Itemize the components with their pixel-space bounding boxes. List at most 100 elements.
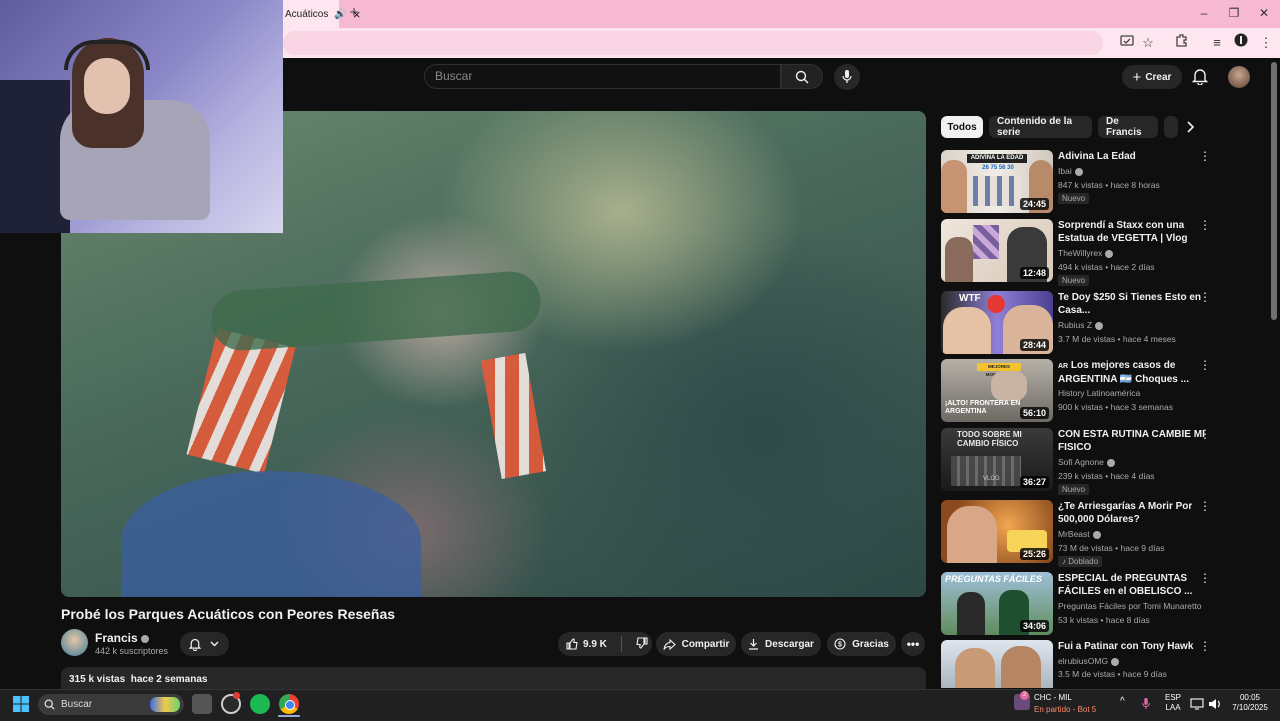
channel-text[interactable]: History Latinoamérica xyxy=(1058,388,1140,398)
sports-match-title[interactable]: CHC - MIL xyxy=(1034,693,1072,702)
media-control-icon[interactable]: ≡ xyxy=(1207,33,1227,53)
channel-text[interactable]: MrBeast xyxy=(1058,529,1090,539)
like-button[interactable]: 9.9 K xyxy=(566,638,607,650)
channel-text[interactable]: Sofi Agnone xyxy=(1058,457,1104,467)
recommendation-channel[interactable]: TheWillyrex xyxy=(1058,248,1114,258)
video-thumbnail[interactable]: PREGUNTAS FÁCILES 34:06 xyxy=(941,572,1053,635)
recommendation-title[interactable]: Sorprendí a Staxx con una Estatua de VEG… xyxy=(1058,219,1208,245)
chip-series[interactable]: Contenido de la serie xyxy=(989,116,1092,138)
close-window-button[interactable]: ✕ xyxy=(1253,4,1275,22)
share-button[interactable]: Compartir xyxy=(656,632,736,656)
thanks-button[interactable]: $ Gracias xyxy=(827,632,896,656)
recommendation-channel[interactable]: elrubiusOMG xyxy=(1058,656,1120,666)
omnibox[interactable] xyxy=(283,31,1103,55)
chrome-menu-icon[interactable]: ⋮ xyxy=(1256,33,1276,53)
voice-search-button[interactable] xyxy=(834,64,860,90)
minimize-button[interactable]: – xyxy=(1193,4,1215,22)
chip-all[interactable]: Todos xyxy=(941,116,983,138)
sports-widget-icon[interactable]: 2 xyxy=(1014,691,1030,710)
recommendation-title[interactable]: ESPECIAL de PREGUNTAS FÁCILES en el OBEL… xyxy=(1058,572,1208,598)
channel-text[interactable]: Ibai xyxy=(1058,166,1072,176)
recommendation-channel[interactable]: Preguntas Fáciles por Tomi Munaretto xyxy=(1058,601,1201,611)
video-thumbnail[interactable]: TODO SOBRE MI CAMBIO FÍSICO VLOG 36:27 xyxy=(941,428,1053,491)
dislike-button[interactable] xyxy=(636,636,648,652)
create-button[interactable]: + Crear xyxy=(1122,65,1182,89)
cast-icon[interactable] xyxy=(1117,33,1137,53)
user-avatar[interactable] xyxy=(1228,66,1250,88)
video-thumbnail[interactable]: MEJORES MOMENTOS ¡ALTO! FRONTERA EN ARGE… xyxy=(941,359,1053,422)
search-input[interactable]: Buscar xyxy=(424,64,781,89)
language-indicator[interactable]: ESP LAA xyxy=(1163,693,1183,713)
clock[interactable]: 00:05 7/10/2025 xyxy=(1228,693,1272,713)
page-scrollbar[interactable] xyxy=(1271,62,1277,320)
channel-name-text[interactable]: Francis xyxy=(95,631,138,645)
recommendation-title[interactable]: Fui a Patinar con Tony Hawk xyxy=(1058,640,1208,653)
bookmark-star-icon[interactable]: ☆ xyxy=(1138,33,1158,53)
more-options-icon[interactable]: ⋮ xyxy=(1199,359,1211,373)
recommendation-item[interactable]: MEJORES MOMENTOS ¡ALTO! FRONTERA EN ARGE… xyxy=(941,359,1221,422)
spotify-icon[interactable] xyxy=(250,694,270,714)
chrome-icon[interactable] xyxy=(279,694,299,714)
channel-avatar[interactable] xyxy=(61,629,88,656)
chip-from-channel[interactable]: De Francis xyxy=(1098,116,1158,138)
video-thumbnail[interactable]: ADIVINA LA EDAD 26 75 56 30 24:45 xyxy=(941,150,1053,213)
notifications-bell-icon[interactable] xyxy=(1191,67,1210,87)
channel-text[interactable]: TheWillyrex xyxy=(1058,248,1102,258)
recommendation-title[interactable]: Adivina La Edad xyxy=(1058,150,1208,163)
recommendation-title[interactable]: Te Doy $250 Si Tienes Esto en Casa... xyxy=(1058,291,1208,317)
subscription-bell-button[interactable] xyxy=(180,632,229,656)
taskbar-search[interactable]: Buscar xyxy=(38,694,184,715)
windows-start-icon[interactable] xyxy=(13,696,29,712)
recommendation-meta: 3.5 M de vistas • hace 9 días xyxy=(1058,669,1167,679)
channel-text[interactable]: Rubius Z xyxy=(1058,320,1092,330)
video-thumbnail[interactable]: 25:26 xyxy=(941,500,1053,563)
recommendation-channel[interactable]: Sofi Agnone xyxy=(1058,457,1115,467)
restore-button[interactable]: ❐ xyxy=(1223,4,1245,22)
download-button[interactable]: Descargar xyxy=(741,632,821,656)
recommendation-channel[interactable]: Ibai xyxy=(1058,166,1083,176)
channel-name[interactable]: Francis xyxy=(95,631,149,645)
recommendation-item[interactable]: 25:26 ¿Te Arriesgarías A Morir Por 500,0… xyxy=(941,500,1221,567)
recommendation-item[interactable]: 12:48 Sorprendí a Staxx con una Estatua … xyxy=(941,219,1221,286)
profile-chrome-icon[interactable] xyxy=(1231,33,1251,53)
more-options-icon[interactable]: ⋮ xyxy=(1199,219,1211,233)
more-actions-button[interactable]: ••• xyxy=(901,632,925,656)
search-button[interactable] xyxy=(781,64,823,89)
browser-tab-active[interactable]: Acuáticos 🔊 × xyxy=(283,0,360,28)
recommendation-title[interactable]: ¿Te Arriesgarías A Morir Por 500,000 Dól… xyxy=(1058,500,1208,526)
chevron-right-icon[interactable] xyxy=(1185,120,1199,134)
tab-audio-icon[interactable]: 🔊 xyxy=(334,9,346,20)
recommendation-item[interactable]: WTF 28:44 Te Doy $250 Si Tienes Esto en … xyxy=(941,291,1221,354)
channel-text[interactable]: elrubiusOMG xyxy=(1058,656,1108,666)
app-icon[interactable] xyxy=(221,692,241,714)
recommendation-title-text[interactable]: Los mejores casos de ARGENTINA 🇦🇷 Choque… xyxy=(1058,360,1189,385)
recommendation-title[interactable]: AR Los mejores casos de ARGENTINA 🇦🇷 Cho… xyxy=(1058,359,1208,386)
chip-partial[interactable] xyxy=(1164,116,1178,138)
verified-icon xyxy=(1105,249,1114,258)
more-options-icon[interactable]: ⋮ xyxy=(1199,150,1211,164)
description-box[interactable]: 315 k vistas hace 2 semanas xyxy=(61,667,926,689)
recommendation-item[interactable]: ADIVINA LA EDAD 26 75 56 30 24:45 Adivin… xyxy=(941,150,1221,216)
video-thumbnail[interactable]: 12:48 xyxy=(941,219,1053,282)
recommendation-channel[interactable]: MrBeast xyxy=(1058,529,1101,539)
recommendation-title[interactable]: CON ESTA RUTINA CAMBIE MI FISICO xyxy=(1058,428,1208,454)
chevron-up-icon[interactable]: ^ xyxy=(1120,697,1125,707)
recommendation-item[interactable]: PREGUNTAS FÁCILES 34:06 ESPECIAL de PREG… xyxy=(941,572,1221,635)
volume-icon[interactable] xyxy=(1208,697,1222,709)
more-options-icon[interactable]: ⋮ xyxy=(1199,428,1211,442)
video-thumbnail[interactable]: WTF 28:44 xyxy=(941,291,1053,354)
more-options-icon[interactable]: ⋮ xyxy=(1199,572,1211,586)
more-options-icon[interactable]: ⋮ xyxy=(1199,500,1211,514)
new-tab-button[interactable]: + xyxy=(346,5,362,21)
display-tray-icon[interactable] xyxy=(1190,697,1204,710)
more-options-icon[interactable]: ⋮ xyxy=(1199,291,1211,305)
recommendation-channel[interactable]: Rubius Z xyxy=(1058,320,1104,330)
microphone-tray-icon[interactable] xyxy=(1141,697,1151,710)
recommendation-channel[interactable]: History Latinoamérica xyxy=(1058,388,1140,398)
video-thumbnail[interactable] xyxy=(941,640,1053,688)
recommendation-item[interactable]: Fui a Patinar con Tony Hawk elrubiusOMG … xyxy=(941,640,1221,688)
more-options-icon[interactable]: ⋮ xyxy=(1199,640,1211,654)
task-view-icon[interactable] xyxy=(192,694,212,714)
recommendation-item[interactable]: TODO SOBRE MI CAMBIO FÍSICO VLOG 36:27 C… xyxy=(941,428,1221,495)
extensions-icon[interactable] xyxy=(1172,33,1192,53)
